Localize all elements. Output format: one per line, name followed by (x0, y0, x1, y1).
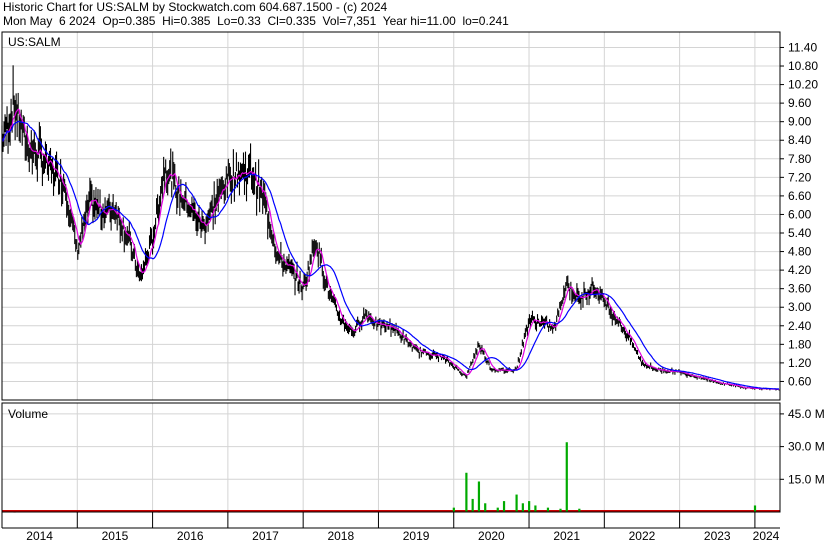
price-axis: 0.60 1.20 1.80 2.40 3.00 3.60 4.20 4.80 5.40 6.00… (780, 40, 818, 388)
price-tick-label: 6.60 (788, 189, 812, 203)
volume-tick-label: 15.0 M (788, 472, 825, 486)
price-tick-label: 10.20 (788, 78, 818, 92)
year-tick-label: 2015 (102, 529, 129, 543)
price-tick-label: 11.40 (788, 40, 817, 54)
short-moving-average-line (1, 108, 780, 390)
year-tick-label: 2018 (327, 529, 354, 543)
year-tick-label: 2023 (704, 529, 731, 543)
price-tick-label: 6.00 (788, 207, 812, 221)
price-tick-label: 4.80 (788, 245, 812, 259)
price-tick-label: 1.20 (788, 356, 812, 370)
volume-bar (565, 442, 568, 512)
price-bars (1, 65, 780, 391)
volume-bar (465, 472, 468, 512)
price-tick-label: 1.80 (788, 337, 812, 351)
price-tick-label: 10.80 (788, 59, 818, 73)
volume-bars (2, 442, 780, 513)
panel-frames (1, 31, 781, 529)
price-tick-label: 8.40 (788, 133, 812, 147)
volume-bar (521, 503, 524, 512)
price-tick-label: 3.00 (788, 300, 812, 314)
year-tick-label: 2020 (478, 529, 505, 543)
volume-bar (753, 505, 757, 512)
price-tick-label: 2.40 (788, 319, 812, 333)
price-tick-label: 3.60 (788, 282, 812, 296)
price-tick-label: 7.20 (788, 170, 812, 184)
year-tick-label: 2021 (553, 529, 580, 543)
price-tick-label: 5.40 (788, 226, 812, 240)
year-tick-label: 2019 (403, 529, 430, 543)
volume-axis: 15.0 M 30.0 M 45.0 M (780, 407, 825, 486)
volume-bar (452, 507, 455, 512)
year-tick-label: 2016 (177, 529, 204, 543)
volume-bar (534, 505, 537, 512)
price-tick-label: 7.80 (788, 152, 812, 166)
volume-bar (496, 507, 499, 512)
price-tick-label: 9.60 (788, 96, 812, 110)
volume-panel-frame (1, 402, 781, 513)
long-moving-average-line (1, 120, 780, 390)
price-tick-label: 4.20 (788, 263, 812, 277)
volume-bar (471, 498, 474, 512)
volume-tick-label: 30.0 M (788, 440, 825, 454)
volume-grid (1, 403, 780, 512)
price-tick-label: 0.60 (788, 374, 812, 388)
year-tick-label: 2017 (252, 529, 279, 543)
volume-label: Volume (8, 407, 48, 421)
volume-bar (528, 501, 531, 512)
volume-bar (546, 507, 550, 512)
volume-bar (502, 501, 506, 512)
volume-bar (477, 481, 481, 512)
price-tick-label: 9.00 (788, 115, 812, 129)
year-tick-label: 2014 (26, 529, 53, 543)
year-tick-label: 2024 (753, 529, 780, 543)
symbol-label: US:SALM (8, 35, 61, 49)
volume-tick-label: 45.0 M (788, 407, 825, 421)
price-volume-chart: 0.60 1.20 1.80 2.40 3.00 3.60 4.20 4.80 5.40 6.00… (1, 31, 825, 543)
year-tick-label: 2022 (629, 529, 656, 543)
volume-bar (515, 494, 518, 512)
volume-bar (484, 503, 487, 512)
